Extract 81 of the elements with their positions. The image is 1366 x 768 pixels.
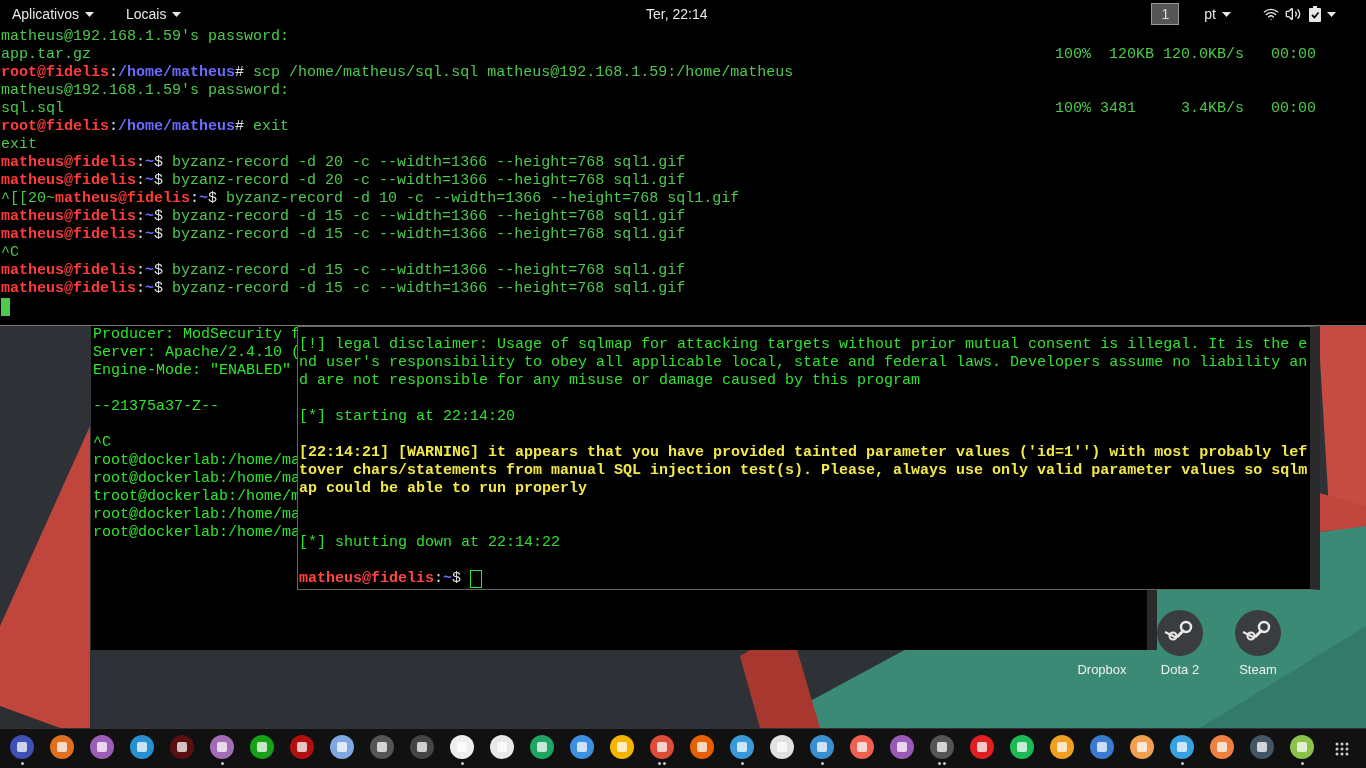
app-icon[interactable] bbox=[1210, 735, 1234, 759]
terminal-line: app.tar.gz bbox=[1, 46, 92, 64]
terminal-line: matheus@fidelis:~$ byzanz-record -d 20 -c --width=1366 --height=768 sql1.gif bbox=[1, 172, 686, 190]
terminal-line: [!] legal disclaimer: Usage of sqlmap for attacking targets without prior mutual consent is illegal. It is the end user's responsibility to obey all applicable local, state and federal laws. Developers assume no liability and are not responsible for any misuse or damage caused by this program bbox=[299, 336, 1309, 390]
caret-icon bbox=[1327, 11, 1336, 17]
app-icon[interactable] bbox=[730, 735, 754, 759]
app-icon[interactable] bbox=[810, 735, 834, 759]
app-icon[interactable] bbox=[610, 735, 634, 759]
battery-check-icon[interactable] bbox=[1309, 6, 1321, 22]
terminal-line: matheus@fidelis:~$ byzanz-record -d 15 -c --width=1366 --height=768 sql1.gif bbox=[1, 280, 686, 298]
desktop-icon-label[interactable]: Dota 2 bbox=[1160, 662, 1200, 678]
terminal-line: sql.sql bbox=[1, 100, 65, 118]
app-icon[interactable] bbox=[570, 735, 594, 759]
app-icon[interactable] bbox=[90, 735, 114, 759]
app-icon[interactable] bbox=[930, 735, 954, 759]
app-icon[interactable] bbox=[770, 735, 794, 759]
app-icon[interactable] bbox=[490, 735, 514, 759]
terminal-line: --21375a37-Z-- bbox=[93, 398, 220, 416]
app-icon[interactable] bbox=[1130, 735, 1154, 759]
terminal-line: ^C bbox=[93, 434, 111, 452]
terminal-line: matheus@192.168.1.59's password: bbox=[1, 28, 290, 46]
app-icon[interactable] bbox=[530, 735, 554, 759]
workspace-indicator[interactable]: 1 bbox=[1151, 3, 1180, 25]
steam-icon[interactable] bbox=[1157, 610, 1203, 656]
desktop-icon-label[interactable]: Dropbox bbox=[1077, 662, 1127, 678]
app-icon[interactable] bbox=[330, 735, 354, 759]
app-icon[interactable] bbox=[890, 735, 914, 759]
app-icon[interactable] bbox=[1050, 735, 1074, 759]
terminal-line: matheus@fidelis:~$ byzanz-record -d 15 -c --width=1366 --height=768 sql1.gif bbox=[1, 208, 686, 226]
app-icon[interactable] bbox=[290, 735, 314, 759]
menu-button[interactable]: Aplicativos bbox=[12, 3, 94, 25]
terminal-line: matheus@192.168.1.59's password: bbox=[1, 82, 290, 100]
volume-icon[interactable] bbox=[1285, 6, 1301, 22]
app-icon[interactable] bbox=[1170, 735, 1194, 759]
wifi-icon[interactable] bbox=[1263, 6, 1279, 22]
terminal-line: matheus@fidelis:~$ byzanz-record -d 15 -c --width=1366 --height=768 sql1.gif bbox=[1, 262, 686, 280]
terminal-line: matheus@fidelis:~$ bbox=[299, 570, 462, 588]
app-icon[interactable] bbox=[1010, 735, 1034, 759]
app-icon[interactable] bbox=[1250, 735, 1274, 759]
steam-icon[interactable] bbox=[1235, 610, 1281, 656]
terminal-line: root@dockerlab:/home/ma bbox=[93, 470, 301, 487]
app-icon[interactable] bbox=[130, 735, 154, 759]
language-button[interactable]: pt bbox=[1204, 3, 1231, 25]
caret-icon bbox=[1222, 11, 1231, 17]
terminal-line: ^C bbox=[1, 244, 19, 262]
transfer-stats: 100% 3481 3.4KB/s 00:00 bbox=[1055, 100, 1317, 118]
app-icon[interactable] bbox=[410, 735, 434, 759]
terminal-line: matheus@fidelis:~$ byzanz-record -d 15 -c --width=1366 --height=768 sql1.gif bbox=[1, 226, 686, 244]
terminal-line: root@dockerlab:/home/ma bbox=[93, 452, 301, 469]
terminal-line: [*] shutting down at 22:14:22 bbox=[299, 534, 562, 552]
menu-button[interactable]: Locais bbox=[125, 3, 182, 25]
desktop-icon-label[interactable]: Steam bbox=[1239, 662, 1277, 678]
app-icon[interactable] bbox=[50, 735, 74, 759]
transfer-stats: 100% 120KB 120.0KB/s 00:00 bbox=[1055, 46, 1317, 64]
terminal-line: root@dockerlab:/home/ma bbox=[93, 506, 301, 524]
terminal-line: root@dockerlab:/home/ma bbox=[93, 524, 301, 542]
warning-message: [22:14:21] [WARNING] it appears that you have provided tainted parameter values ('id=1'') with most probably leftover chars/statements from manual SQL injection test(s). Please, always use only valid parameter values so sqlmap could be able to run properly bbox=[299, 444, 1309, 498]
app-icon[interactable] bbox=[1090, 735, 1114, 759]
app-icon[interactable] bbox=[690, 735, 714, 759]
terminal-line: matheus@fidelis:~$ byzanz-record -d 20 -c --width=1366 --height=768 sql1.gif bbox=[1, 154, 686, 172]
caret-icon bbox=[172, 11, 182, 17]
app-icon[interactable] bbox=[170, 735, 194, 759]
app-icon[interactable] bbox=[370, 735, 394, 759]
terminal-line: [*] starting at 22:14:20 bbox=[299, 408, 517, 426]
terminal-line: Engine-Mode: "ENABLED" bbox=[93, 362, 292, 380]
app-icon[interactable] bbox=[970, 735, 994, 759]
terminal-line: root@fidelis:/home/matheus# exit bbox=[1, 118, 290, 136]
app-icon[interactable] bbox=[1290, 735, 1314, 759]
app-icon[interactable] bbox=[250, 735, 274, 759]
terminal-line: Server: Apache/2.4.10 ( bbox=[93, 344, 301, 361]
terminal-line: exit bbox=[1, 136, 37, 154]
app-icon[interactable] bbox=[850, 735, 874, 759]
terminal-line: ^[[20~matheus@fidelis:~$ byzanz-record -d 10 -c --width=1366 --height=768 sql1.gif bbox=[1, 190, 740, 208]
app-icon[interactable] bbox=[10, 735, 34, 759]
terminal-line: root@fidelis:/home/matheus# scp /home/matheus/sql.sql matheus@192.168.1.59:/home/matheus bbox=[1, 64, 794, 82]
app-icon[interactable] bbox=[210, 735, 234, 759]
apps-grid-icon[interactable] bbox=[1335, 742, 1349, 756]
app-icon[interactable] bbox=[450, 735, 474, 759]
app-icon[interactable] bbox=[650, 735, 674, 759]
clock[interactable]: Ter, 22:14 bbox=[646, 3, 708, 25]
caret-icon bbox=[84, 11, 94, 17]
